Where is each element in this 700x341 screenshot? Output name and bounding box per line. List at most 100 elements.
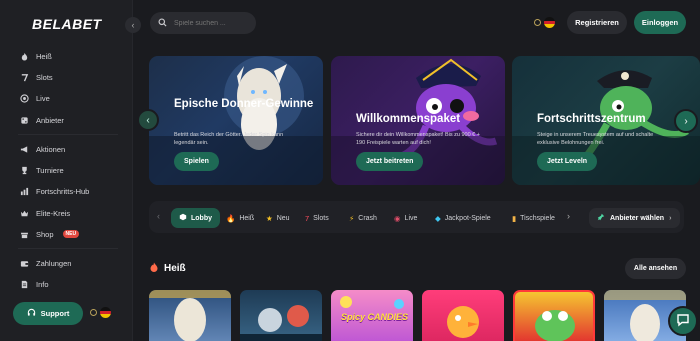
tab-label: Live	[404, 214, 418, 222]
chat-bubble-icon	[676, 313, 690, 329]
tab-label: Lobby	[191, 214, 212, 222]
frog-artwork	[535, 310, 575, 341]
tile-title: Spicy CANDIES	[341, 312, 409, 322]
game-tile-frog[interactable]	[513, 290, 595, 341]
sidebar-item-live[interactable]: Live	[20, 90, 50, 106]
pin-icon	[597, 213, 605, 223]
tab-crash[interactable]: ⚡ Crash	[349, 208, 377, 228]
lightning-icon: ⚡	[349, 213, 355, 223]
diamond-icon: ◆	[435, 213, 441, 223]
flame-icon: 🔥	[226, 213, 236, 223]
carousel-prev-button[interactable]: ‹	[137, 109, 159, 131]
live-chat-button[interactable]	[668, 306, 698, 336]
sidebar-item-slots[interactable]: Slots	[20, 69, 53, 85]
sidebar: BELABET Heiß Slots Live Anbieter Aktione…	[0, 0, 133, 341]
sidebar-item-hot[interactable]: Heiß	[20, 48, 52, 64]
sidebar-item-label: Live	[36, 93, 50, 103]
tab-live[interactable]: ◉ Live	[394, 208, 417, 228]
star-icon: ★	[266, 213, 273, 223]
document-icon	[20, 280, 29, 289]
sidebar-item-label: Anbieter	[36, 115, 64, 125]
promo-banner-welcome[interactable]: Willkommenspaket Sichere dir dein Willko…	[331, 56, 505, 185]
casino-chip-icon: ◉	[394, 213, 401, 223]
tab-lobby[interactable]: Lobby	[171, 208, 220, 228]
carousel-next-button[interactable]: ›	[674, 109, 698, 133]
language-selector[interactable]	[534, 17, 555, 28]
chart-icon	[20, 187, 29, 196]
tab-table-games[interactable]: ▮ Tischspiele	[512, 208, 555, 228]
casino-chip-icon	[20, 93, 29, 103]
tab-label: Slots	[313, 214, 329, 222]
sidebar-item-label: Shop	[36, 229, 54, 239]
search-box[interactable]	[150, 12, 256, 34]
see-all-button[interactable]: Alle ansehen	[625, 258, 686, 279]
chevron-right-icon: ›	[684, 115, 688, 127]
tab-new[interactable]: ★ Neu	[266, 208, 290, 228]
sidebar-item-tournaments[interactable]: Turniere	[20, 162, 64, 178]
section-heading: Heiß	[149, 262, 186, 275]
banner-title: Epische Donner-Gewinne	[174, 98, 314, 110]
support-label: Support	[40, 309, 70, 318]
sidebar-item-elite-circle[interactable]: Elite-Kreis	[20, 205, 70, 221]
tab-label: Jackpot-Spiele	[444, 214, 491, 222]
sidebar-item-info[interactable]: Info	[20, 276, 49, 292]
coin-icon	[534, 19, 541, 26]
flame-icon	[149, 262, 159, 275]
brand-logo[interactable]: BELABET	[32, 16, 102, 32]
heist-artwork	[240, 305, 322, 341]
play-button[interactable]: Spielen	[174, 152, 219, 171]
cube-icon	[179, 213, 187, 223]
sidebar-item-label: Heiß	[36, 51, 52, 61]
promo-banner-thunder[interactable]: Epische Donner-Gewinne Betritt das Reich…	[149, 56, 323, 185]
chevron-right-icon[interactable]: ›	[567, 211, 570, 221]
chevron-right-icon: ›	[669, 214, 672, 222]
sidebar-item-providers[interactable]: Anbieter	[20, 112, 64, 128]
banner-description: Betritt das Reich der Götter. Jeder Spin…	[174, 132, 284, 146]
language-selector[interactable]	[90, 307, 111, 318]
top-bar: Registrieren Einloggen	[134, 0, 700, 46]
tab-label: Neu	[276, 214, 290, 222]
sidebar-item-label: Aktionen	[36, 144, 66, 154]
tab-slots[interactable]: 7 Slots	[305, 208, 329, 228]
sidebar-item-label: Turniere	[36, 165, 64, 175]
game-tile-spicy-candies[interactable]: Spicy CANDIES	[331, 290, 413, 341]
providers-label: Anbieter wählen	[610, 214, 665, 222]
select-provider-button[interactable]: Anbieter wählen ›	[589, 208, 680, 228]
search-input[interactable]	[174, 19, 254, 27]
collapse-sidebar-button[interactable]: ‹	[125, 17, 141, 33]
join-now-button[interactable]: Jetzt beitreten	[356, 152, 424, 171]
sidebar-item-payments[interactable]: Zahlungen	[20, 255, 71, 271]
login-button[interactable]: Einloggen	[634, 11, 686, 34]
search-icon	[158, 17, 167, 29]
game-tile-heist[interactable]	[240, 290, 322, 341]
headset-icon	[27, 308, 36, 319]
game-tile-chicken[interactable]	[422, 290, 504, 341]
chicken-artwork	[447, 306, 479, 338]
chevron-left-icon[interactable]: ‹	[157, 211, 160, 221]
chevron-left-icon: ‹	[146, 114, 150, 126]
tab-jackpot-games[interactable]: ◆ Jackpot-Spiele	[435, 208, 491, 228]
banner-description: Steige in unserem Treuesystem auf und sc…	[537, 132, 654, 146]
promo-banner-progress[interactable]: Fortschrittszentrum Steige in unserem Tr…	[512, 56, 700, 185]
tab-label: Tischspiele	[520, 214, 555, 222]
trophy-icon	[20, 166, 29, 175]
banner-title: Willkommenspaket	[356, 113, 461, 125]
dice-icon	[20, 116, 29, 125]
sidebar-item-shop[interactable]: Shop NEU	[20, 226, 80, 242]
banner-title: Fortschrittszentrum	[537, 113, 646, 125]
banner-description: Sichere dir dein Willkommenspaket! Bis z…	[356, 132, 480, 146]
sidebar-item-progress-hub[interactable]: Fortschritts-Hub	[20, 183, 89, 199]
wallet-icon	[20, 259, 29, 268]
german-flag-icon	[100, 307, 111, 318]
megaphone-icon	[20, 145, 29, 154]
crown-icon	[20, 209, 29, 218]
sidebar-item-promotions[interactable]: Aktionen	[20, 141, 65, 157]
slot-machine-icon: 7	[305, 213, 310, 223]
tab-hot[interactable]: 🔥 Heiß	[226, 208, 254, 228]
level-now-button[interactable]: Jetzt Leveln	[537, 152, 598, 171]
register-button[interactable]: Registrieren	[567, 11, 627, 34]
support-button[interactable]: Support	[13, 302, 83, 325]
game-tile-zeus[interactable]	[149, 290, 231, 341]
sidebar-item-label: Slots	[36, 72, 53, 82]
section-title: Heiß	[164, 263, 186, 274]
